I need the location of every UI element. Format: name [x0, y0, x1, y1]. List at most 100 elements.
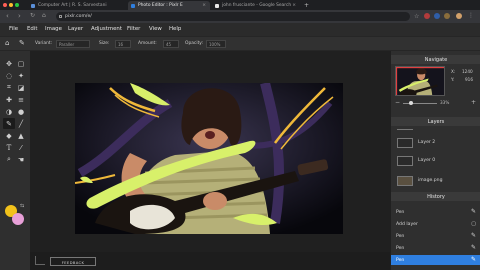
- layer-row[interactable]: Layer 2: [391, 135, 480, 150]
- amount-select[interactable]: 45: [163, 40, 179, 48]
- heal-icon[interactable]: ✚: [3, 94, 15, 105]
- zoom-in-icon[interactable]: +: [471, 99, 476, 106]
- lasso-icon[interactable]: ◌: [3, 70, 15, 81]
- browser-menu-icon[interactable]: ⋮: [468, 12, 474, 20]
- close-tab-icon[interactable]: ×: [292, 3, 296, 8]
- wand-icon[interactable]: ✦: [15, 70, 27, 81]
- layer-row[interactable]: image.png: [391, 173, 480, 188]
- profile-avatar-icon[interactable]: [456, 13, 462, 19]
- home-icon[interactable]: ⌂: [42, 12, 46, 20]
- menu-image[interactable]: Image: [45, 26, 62, 32]
- status-bar: FEEDBACK: [30, 252, 390, 270]
- zoom-icon[interactable]: ⌕: [3, 154, 15, 165]
- history-item-label: Pen: [396, 233, 405, 239]
- bucket-icon[interactable]: ▲: [15, 130, 27, 141]
- history-item[interactable]: Pen ✎: [391, 231, 480, 241]
- extension-icon[interactable]: [444, 13, 450, 19]
- tab-label: Photo Editor : Pixlr E: [138, 3, 183, 8]
- url-text: pixlr.com/e/: [65, 14, 92, 19]
- history-item[interactable]: Pen ✎: [391, 243, 480, 253]
- history-item-label: Add layer: [396, 221, 418, 227]
- menu-filter[interactable]: Filter: [127, 26, 140, 32]
- variant-label: Variant:: [35, 41, 53, 46]
- forward-icon[interactable]: ›: [18, 12, 21, 20]
- type-icon[interactable]: T: [3, 142, 15, 153]
- workspace: [30, 51, 390, 270]
- feedback-button[interactable]: FEEDBACK: [50, 257, 96, 266]
- secondary-color-swatch[interactable]: [12, 213, 24, 225]
- amount-value: 45: [166, 42, 172, 47]
- brush-icon[interactable]: ╱: [15, 118, 27, 129]
- layer-separator: [397, 129, 413, 131]
- layer-row[interactable]: Layer 0: [391, 153, 480, 168]
- eraser-icon[interactable]: ◆: [3, 130, 15, 141]
- hand-icon[interactable]: ☚: [15, 154, 27, 165]
- photo-artwork: [75, 83, 343, 234]
- variant-select[interactable]: Paraller: [56, 40, 90, 48]
- close-window-button[interactable]: [3, 3, 7, 7]
- tab-label: john frusciante - Google Search: [222, 3, 292, 8]
- browser-tab-computer-art[interactable]: Computer Art | R. S. Sarvestani: [28, 1, 126, 10]
- dodge-icon[interactable]: ◑: [3, 106, 15, 117]
- minimize-window-button[interactable]: [9, 3, 13, 7]
- browser-address-bar: ‹ › ↻ ⌂ pixlr.com/e/ ☆ ⋮: [0, 10, 480, 23]
- menu-help[interactable]: Help: [169, 26, 181, 32]
- slice-icon[interactable]: ◪: [15, 82, 27, 93]
- new-tab-icon[interactable]: +: [302, 0, 310, 9]
- layer-thumbnail: [397, 176, 413, 186]
- history-item-label: Pen: [396, 245, 405, 251]
- favicon-icon: [131, 3, 135, 8]
- extension-icon[interactable]: [424, 13, 430, 19]
- right-panels: Navigate X: 1240 Y: 916 − 33% + Layers L…: [390, 51, 480, 270]
- navigator-title: Navigate: [424, 57, 448, 63]
- browser-tab-photo-editor[interactable]: Photo Editor : Pixlr E ×: [128, 1, 210, 10]
- close-tab-icon[interactable]: ×: [202, 3, 206, 8]
- nav-x-value: 1240: [462, 69, 473, 74]
- smudge-icon[interactable]: ●: [15, 106, 27, 117]
- zoom-control: − 33% +: [393, 99, 479, 108]
- zoom-slider-handle[interactable]: [409, 101, 413, 105]
- history-item[interactable]: Add layer ▢: [391, 219, 480, 229]
- nav-y-value: 916: [465, 77, 473, 82]
- size-label: Size:: [99, 41, 110, 46]
- bookmark-star-icon[interactable]: ☆: [414, 13, 419, 21]
- url-field[interactable]: pixlr.com/e/: [56, 12, 410, 21]
- menu-layer[interactable]: Layer: [68, 26, 83, 32]
- maximize-window-button[interactable]: [15, 3, 19, 7]
- eyedropper-icon[interactable]: ⁄: [15, 142, 27, 153]
- lock-icon: [59, 14, 62, 18]
- extension-icon[interactable]: [434, 13, 440, 19]
- browser-tab-google-search[interactable]: john frusciante - Google Search ×: [212, 1, 300, 10]
- opacity-value: 100%: [209, 42, 221, 47]
- pen-icon: ✎: [470, 232, 476, 239]
- history-item-label: Pen: [396, 209, 405, 215]
- marquee-icon[interactable]: ▢: [15, 58, 27, 69]
- pen-icon: ✎: [470, 208, 476, 215]
- history-item[interactable]: Pen ✎: [391, 207, 480, 217]
- menu-view[interactable]: View: [149, 26, 162, 32]
- move-icon[interactable]: ✥: [3, 58, 15, 69]
- browser-tab-bar: Computer Art | R. S. Sarvestani Photo Ed…: [0, 0, 480, 10]
- add-layer-icon: ▢: [471, 221, 476, 227]
- menu-adjustment[interactable]: Adjustment: [91, 26, 122, 32]
- stamp-icon[interactable]: ≡: [15, 94, 27, 105]
- history-item-selected[interactable]: Pen ✎: [391, 255, 480, 265]
- opacity-select[interactable]: 100%: [206, 40, 226, 48]
- pen-icon: ✎: [470, 244, 476, 251]
- image-canvas[interactable]: [75, 83, 343, 234]
- size-select[interactable]: 16: [115, 40, 131, 48]
- crop-icon[interactable]: ⌗: [3, 82, 15, 93]
- swap-colors-icon[interactable]: ⇆: [20, 203, 24, 209]
- tab-label: Computer Art | R. S. Sarvestani: [38, 3, 107, 8]
- history-header: History: [391, 192, 480, 201]
- menu-edit[interactable]: Edit: [27, 26, 37, 32]
- layer-name: image.png: [418, 178, 443, 183]
- navigator-thumbnail[interactable]: [395, 66, 445, 96]
- home-icon[interactable]: ⌂: [5, 39, 9, 47]
- pen-icon[interactable]: ✎: [3, 118, 15, 129]
- zoom-out-icon[interactable]: −: [395, 99, 400, 106]
- back-icon[interactable]: ‹: [6, 12, 9, 20]
- layer-name: Layer 2: [418, 140, 436, 145]
- menu-file[interactable]: File: [9, 26, 18, 32]
- reload-icon[interactable]: ↻: [30, 12, 35, 20]
